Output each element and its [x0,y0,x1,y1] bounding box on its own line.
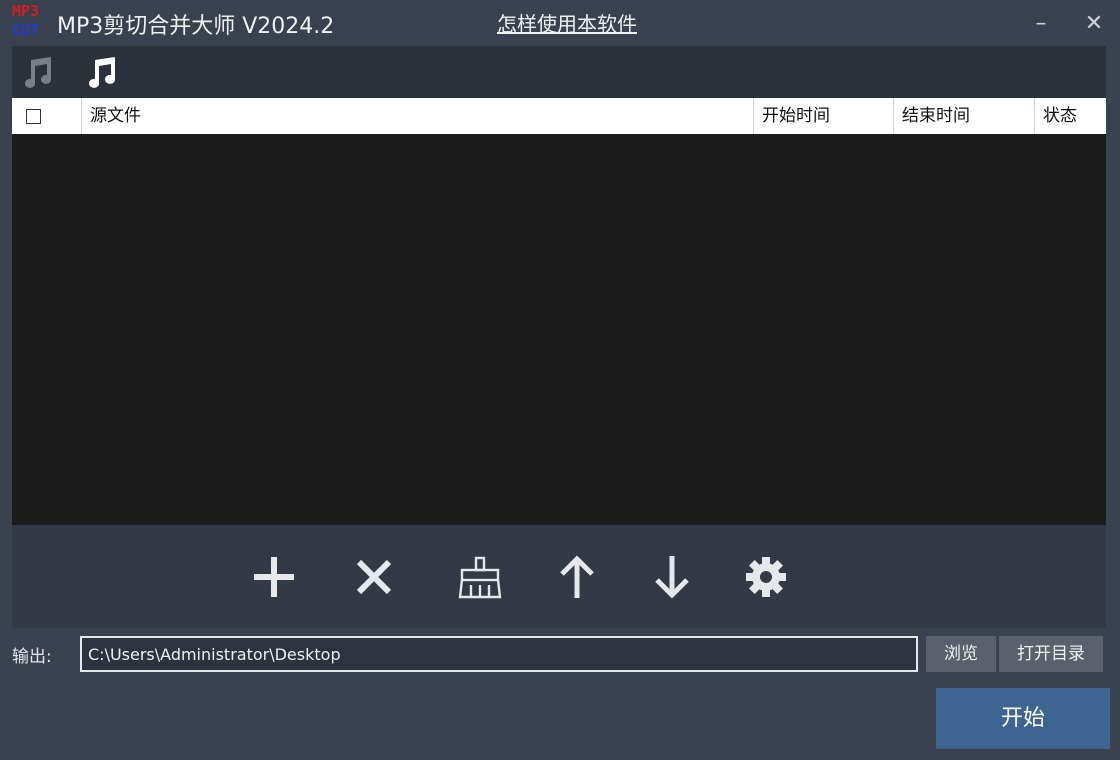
music-notes-icon [89,57,116,88]
move-up-button[interactable] [551,551,603,603]
browse-button[interactable]: 浏览 [926,636,996,672]
gear-icon [746,557,786,597]
action-toolbar [12,525,1106,628]
close-button[interactable]: ✕ [1077,6,1111,40]
cut-mode-tab[interactable] [18,52,58,92]
remove-file-button[interactable] [348,551,400,603]
app-title: MP3剪切合并大师 V2024.2 [57,14,335,39]
arrow-down-icon [655,556,689,599]
plus-icon [254,557,294,597]
select-all-column [12,98,81,134]
output-label: 输出: [12,647,52,667]
output-path-input[interactable] [80,636,918,672]
music-note-icon [25,57,52,88]
app-logo: MP3 CUT [12,2,56,44]
logo-line-cut: CUT [12,21,40,39]
add-file-button[interactable] [248,551,300,603]
close-icon: ✕ [1084,10,1104,36]
column-source-file[interactable]: 源文件 [81,98,753,134]
mode-toolbar [12,46,1106,98]
open-directory-button[interactable]: 打开目录 [999,636,1103,672]
x-icon [356,559,392,595]
select-all-checkbox[interactable] [26,109,41,124]
minimize-icon: – [1035,10,1047,36]
title-bar: MP3 CUT MP3剪切合并大师 V2024.2 怎样使用本软件 – ✕ [0,0,1120,46]
column-start-time[interactable]: 开始时间 [753,98,893,134]
help-link[interactable]: 怎样使用本软件 [497,8,637,37]
minimize-button[interactable]: – [1024,6,1058,40]
file-list-header: 源文件 开始时间 结束时间 状态 [12,98,1106,134]
file-list: 源文件 开始时间 结束时间 状态 [12,98,1106,525]
merge-mode-tab[interactable] [82,52,122,92]
start-button[interactable]: 开始 [936,688,1110,749]
clear-list-button[interactable] [454,551,506,603]
column-end-time[interactable]: 结束时间 [893,98,1034,134]
broom-icon [458,556,502,599]
column-status[interactable]: 状态 [1034,98,1106,134]
arrow-up-icon [560,555,594,598]
settings-button[interactable] [740,551,792,603]
move-down-button[interactable] [646,551,698,603]
logo-line-mp3: MP3 [12,2,40,20]
